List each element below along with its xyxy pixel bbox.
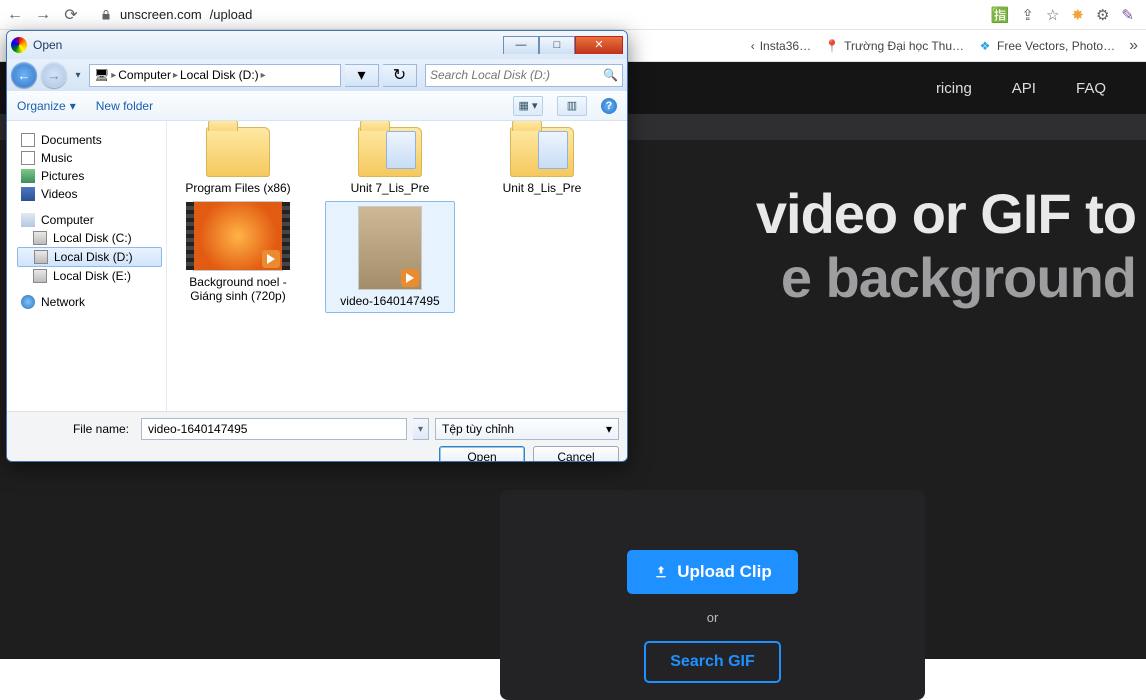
nav-faq[interactable]: FAQ bbox=[1076, 80, 1106, 97]
file-grid[interactable]: Program Files (x86) Unit 7_Lis_Pre Unit … bbox=[167, 121, 627, 411]
upload-icon bbox=[653, 564, 669, 580]
folder-icon bbox=[510, 127, 574, 177]
folder-unit7[interactable]: Unit 7_Lis_Pre bbox=[325, 127, 455, 195]
nav-forward-button[interactable]: → bbox=[41, 62, 67, 88]
bookmark-star-icon[interactable]: ☆ bbox=[1046, 6, 1059, 24]
tree-computer[interactable]: Computer bbox=[17, 211, 162, 229]
breadcrumb-dropdown-button[interactable]: ▾ bbox=[345, 64, 379, 87]
file-open-dialog: Open — □ ✕ ← → ▾ 🖥 ▸ Computer ▸ Local Di… bbox=[6, 30, 628, 462]
file-type-filter[interactable]: Tệp tùy chỉnh ▾ bbox=[435, 418, 619, 440]
refresh-button[interactable]: ↻ bbox=[383, 64, 417, 87]
breadcrumb-root-icon[interactable]: 🖥 bbox=[94, 68, 109, 82]
app-icon bbox=[11, 37, 27, 53]
organize-toolbar: Organize ▾ New folder ▦ ▾ ▥ ? bbox=[7, 91, 627, 121]
open-button[interactable]: Open bbox=[439, 446, 525, 462]
url-path: /upload bbox=[210, 7, 253, 22]
tree-music[interactable]: Music bbox=[17, 149, 162, 167]
translate-icon[interactable]: 🈯 bbox=[991, 6, 1010, 24]
folder-program-files[interactable]: Program Files (x86) bbox=[173, 127, 303, 195]
filename-input[interactable] bbox=[141, 418, 407, 440]
dialog-title-text: Open bbox=[33, 38, 62, 52]
dialog-footer: File name: ▾ Tệp tùy chỉnh ▾ Open Cancel bbox=[7, 411, 627, 462]
bookmark-item-university[interactable]: 📍Trường Đại học Thu… bbox=[825, 39, 964, 53]
extension-icon-1[interactable]: ✸ bbox=[1071, 6, 1084, 24]
maximize-button[interactable]: □ bbox=[539, 36, 575, 54]
dialog-nav-row: ← → ▾ 🖥 ▸ Computer ▸ Local Disk (D:) ▸ ▾… bbox=[7, 59, 627, 91]
folder-search-input[interactable] bbox=[430, 68, 603, 82]
bookmark-item-vectors[interactable]: ❖Free Vectors, Photo… bbox=[978, 39, 1115, 53]
close-button[interactable]: ✕ bbox=[575, 36, 623, 54]
address-bar[interactable]: unscreen.com/upload bbox=[90, 3, 981, 27]
view-mode-button[interactable]: ▦ ▾ bbox=[513, 96, 543, 116]
share-icon[interactable]: ⇪ bbox=[1021, 6, 1034, 24]
preview-pane-button[interactable]: ▥ bbox=[557, 96, 587, 116]
bookmarks-overflow-button[interactable]: » bbox=[1129, 37, 1138, 55]
play-icon bbox=[401, 269, 419, 287]
browser-toolbar: ← → ⟳ unscreen.com/upload 🈯 ⇪ ☆ ✸ ⚙ ✎ bbox=[0, 0, 1146, 30]
play-icon bbox=[262, 250, 280, 268]
file-background-noel[interactable]: Background noel - Giáng sinh (720p) bbox=[173, 201, 303, 313]
search-icon: 🔍 bbox=[603, 68, 618, 82]
tree-disk-c[interactable]: Local Disk (C:) bbox=[17, 229, 162, 247]
chevron-down-icon: ▾ bbox=[606, 422, 612, 436]
tree-disk-e[interactable]: Local Disk (E:) bbox=[17, 267, 162, 285]
hero-heading: video or GIF to e background bbox=[756, 182, 1136, 311]
video-thumbnail bbox=[358, 206, 422, 290]
lock-icon bbox=[100, 9, 112, 21]
reload-button[interactable]: ⟳ bbox=[62, 6, 80, 24]
or-divider: or bbox=[707, 610, 719, 625]
breadcrumb[interactable]: 🖥 ▸ Computer ▸ Local Disk (D:) ▸ bbox=[89, 64, 341, 87]
breadcrumb-computer[interactable]: Computer bbox=[118, 68, 171, 82]
upload-card: Upload Clip or Search GIF bbox=[500, 490, 925, 700]
forward-button[interactable]: → bbox=[34, 6, 52, 24]
filename-dropdown[interactable]: ▾ bbox=[413, 418, 429, 440]
filename-label: File name: bbox=[15, 422, 135, 436]
folder-icon bbox=[206, 127, 270, 177]
tree-disk-d[interactable]: Local Disk (D:) bbox=[17, 247, 162, 267]
folder-unit8[interactable]: Unit 8_Lis_Pre bbox=[477, 127, 607, 195]
new-folder-button[interactable]: New folder bbox=[96, 99, 153, 113]
nav-pricing[interactable]: ricing bbox=[936, 80, 972, 97]
bookmark-item-insta[interactable]: ‹Insta36… bbox=[751, 39, 811, 53]
minimize-button[interactable]: — bbox=[503, 36, 539, 54]
help-icon[interactable]: ? bbox=[601, 98, 617, 114]
nav-back-button[interactable]: ← bbox=[11, 62, 37, 88]
browser-action-icons: 🈯 ⇪ ☆ ✸ ⚙ ✎ bbox=[991, 6, 1140, 24]
nav-history-dropdown[interactable]: ▾ bbox=[71, 62, 85, 88]
cancel-button[interactable]: Cancel bbox=[533, 446, 619, 462]
nav-api[interactable]: API bbox=[1012, 80, 1036, 97]
folder-search-box[interactable]: 🔍 bbox=[425, 64, 623, 87]
video-thumbnail bbox=[193, 201, 283, 271]
search-gif-button[interactable]: Search GIF bbox=[644, 641, 780, 683]
tree-videos[interactable]: Videos bbox=[17, 185, 162, 203]
organize-menu[interactable]: Organize ▾ bbox=[17, 99, 76, 113]
upload-clip-button[interactable]: Upload Clip bbox=[627, 550, 797, 594]
url-host: unscreen.com bbox=[120, 7, 202, 22]
dialog-titlebar[interactable]: Open — □ ✕ bbox=[7, 31, 627, 59]
extension-gear-icon[interactable]: ⚙ bbox=[1096, 6, 1109, 24]
tree-documents[interactable]: Documents bbox=[17, 131, 162, 149]
folder-tree: Documents Music Pictures Videos Computer… bbox=[7, 121, 167, 411]
folder-icon bbox=[358, 127, 422, 177]
tree-pictures[interactable]: Pictures bbox=[17, 167, 162, 185]
file-video-selected[interactable]: video-1640147495 bbox=[325, 201, 455, 313]
chevron-down-icon: ▾ bbox=[70, 99, 76, 113]
back-button[interactable]: ← bbox=[6, 6, 24, 24]
breadcrumb-disk[interactable]: Local Disk (D:) bbox=[180, 68, 259, 82]
extension-feather-icon[interactable]: ✎ bbox=[1121, 6, 1134, 24]
tree-network[interactable]: Network bbox=[17, 293, 162, 311]
